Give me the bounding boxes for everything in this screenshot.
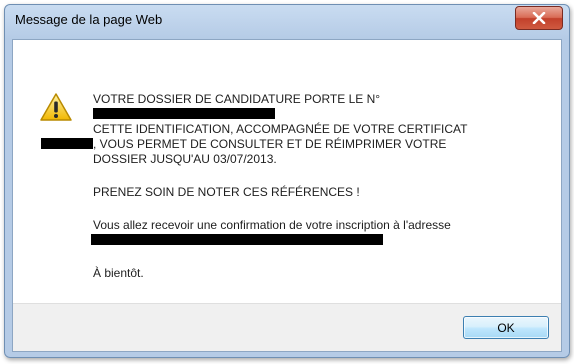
button-bar: OK (13, 303, 561, 351)
redacted-dossier-number (93, 108, 275, 119)
message-line-1: VOTRE DOSSIER DE CANDIDATURE PORTE LE N° (93, 92, 553, 122)
confirmation-text: Vous allez recevoir une confirmation de … (93, 218, 451, 232)
content-area: VOTRE DOSSIER DE CANDIDATURE PORTE LE N°… (13, 40, 561, 304)
message-line-2: CETTE IDENTIFICATION, ACCOMPAGNÉE DE VOT… (93, 122, 468, 136)
close-button[interactable] (515, 6, 563, 30)
message-dialog: Message de la page Web VOTRE DOSSIER DE … (4, 4, 570, 358)
warning-icon (40, 93, 72, 121)
redacted-email (91, 234, 383, 245)
closing-text: À bientôt. (93, 266, 144, 280)
message-line-4: DOSSIER JUSQU'AU 03/07/2013. (93, 152, 277, 166)
email-line (91, 233, 553, 248)
title-bar[interactable]: Message de la page Web (5, 5, 569, 39)
window-title: Message de la page Web (15, 12, 163, 27)
redacted-certificate (41, 138, 93, 149)
dialog-body: VOTRE DOSSIER DE CANDIDATURE PORTE LE N°… (12, 39, 562, 352)
close-icon (532, 12, 546, 24)
ok-button[interactable]: OK (463, 316, 549, 339)
message-line-3: , VOUS PERMET DE CONSULTER ET DE RÉIMPRI… (41, 137, 553, 152)
message-text: VOTRE DOSSIER DE CANDIDATURE PORTE LE N°… (41, 92, 553, 281)
dossier-number-label: VOTRE DOSSIER DE CANDIDATURE PORTE LE N° (93, 92, 381, 106)
notice-text: PRENEZ SOIN DE NOTER CES RÉFÉRENCES ! (93, 185, 360, 199)
message-line-3-text: , VOUS PERMET DE CONSULTER ET DE RÉIMPRI… (93, 137, 447, 151)
